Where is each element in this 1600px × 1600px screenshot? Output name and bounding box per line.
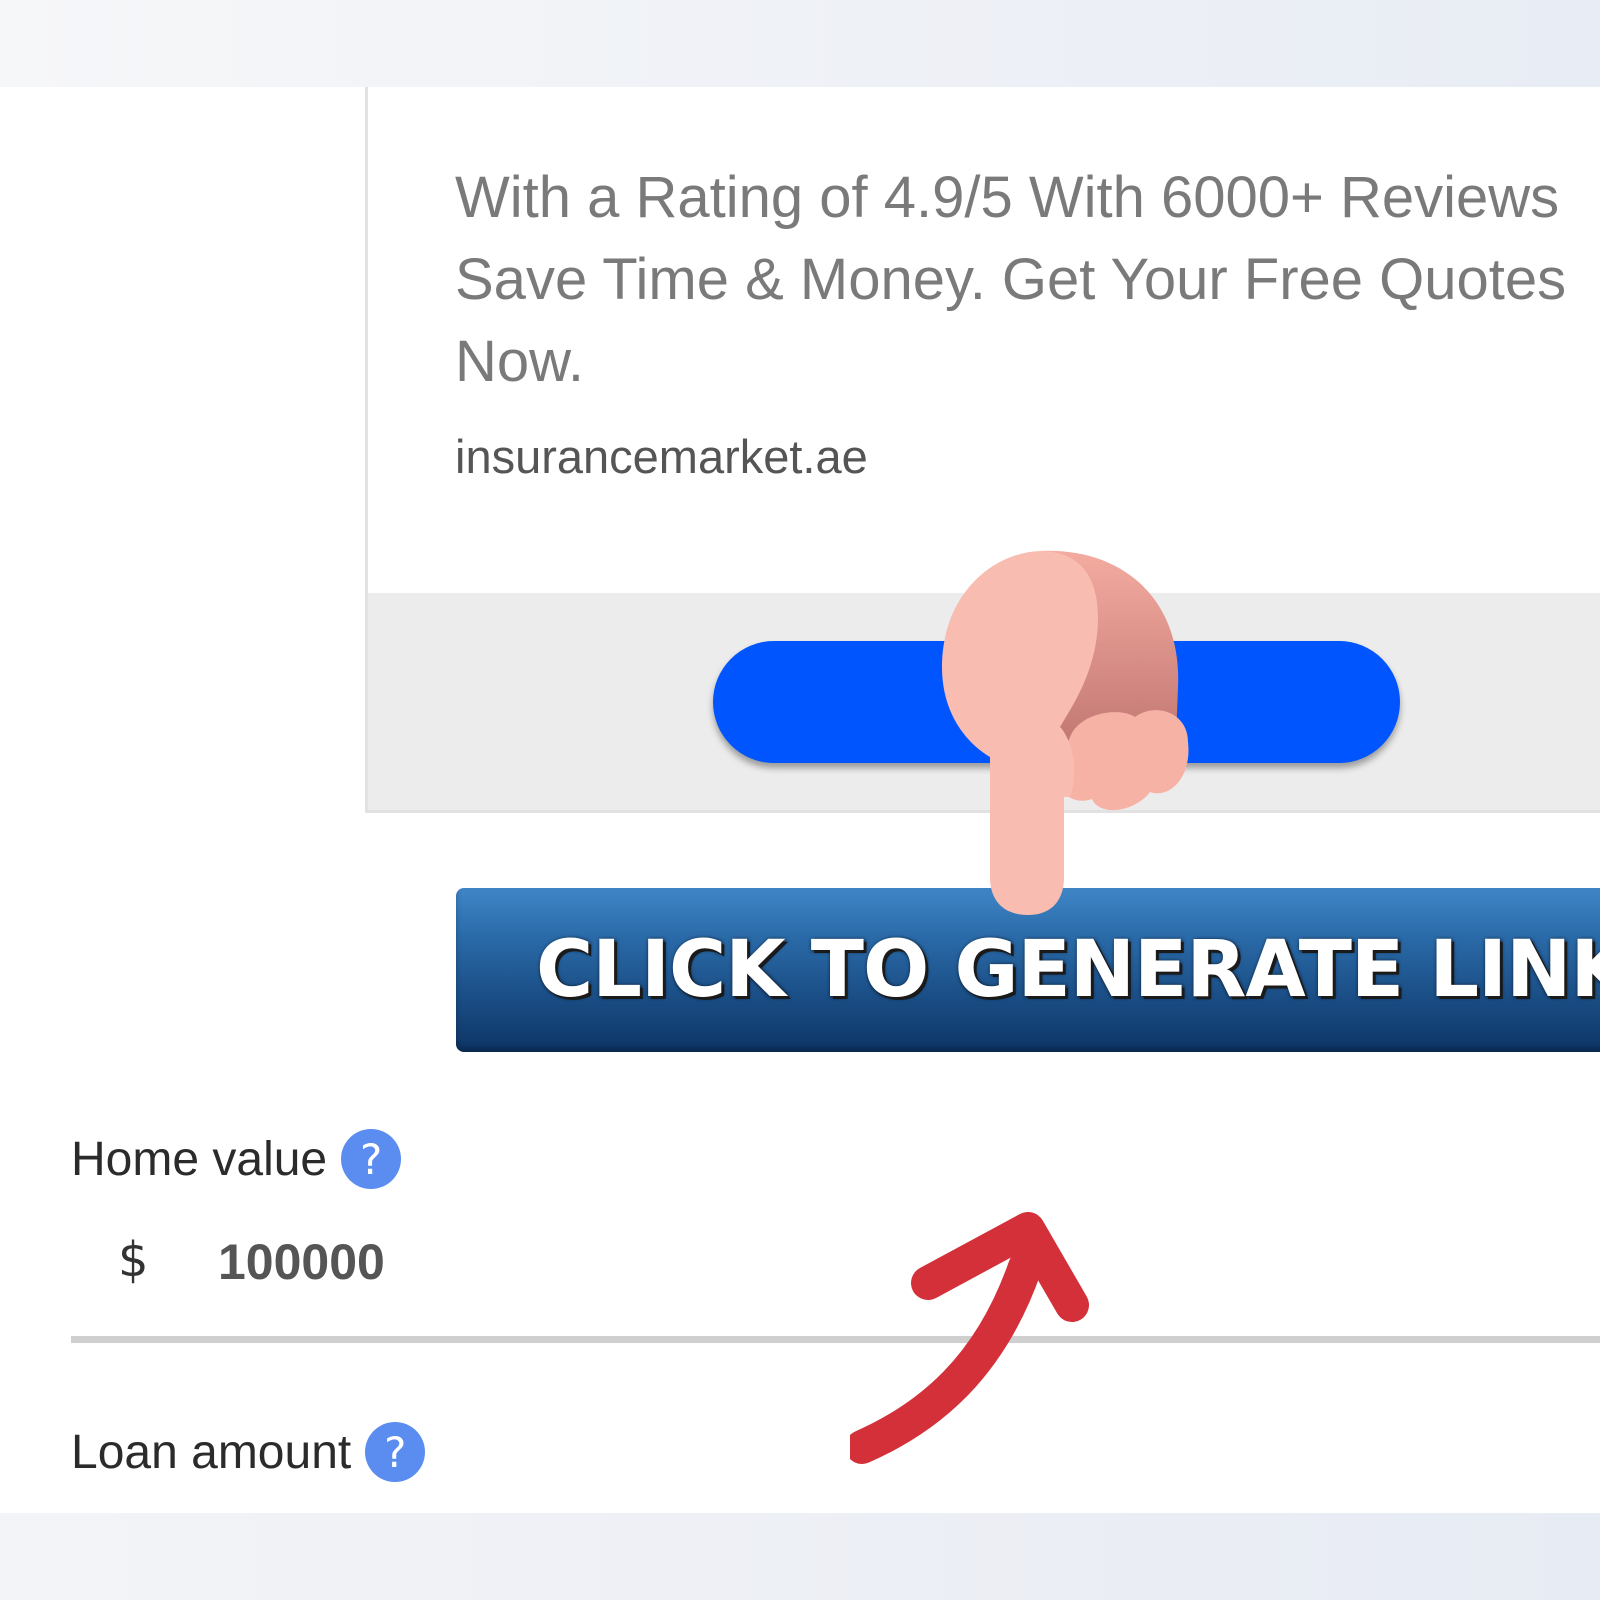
home-value-underline [71, 1336, 1600, 1343]
ad-card[interactable]: With a Rating of 4.9/5 With 6000+ Review… [365, 87, 1600, 813]
ad-cta-button[interactable] [713, 641, 1400, 763]
page-content: With a Rating of 4.9/5 With 6000+ Review… [0, 87, 1600, 1513]
help-icon[interactable]: ? [365, 1422, 426, 1482]
home-value-label-text: Home value [71, 1132, 328, 1186]
home-value-input[interactable] [218, 1227, 1518, 1297]
bottom-background-band [0, 1513, 1600, 1600]
generate-link-button[interactable]: CLICK TO GENERATE LINK [456, 888, 1600, 1052]
ad-domain[interactable]: insurancemarket.ae [455, 429, 868, 484]
currency-symbol: $ [118, 1232, 149, 1288]
loan-amount-label: Loan amount ? [71, 1422, 426, 1482]
top-background-band [0, 0, 1600, 87]
ad-description: With a Rating of 4.9/5 With 6000+ Review… [455, 165, 1567, 394]
help-icon[interactable]: ? [341, 1129, 402, 1189]
home-value-label: Home value ? [71, 1129, 402, 1189]
ad-footer [368, 593, 1600, 810]
loan-amount-label-text: Loan amount [71, 1425, 352, 1479]
